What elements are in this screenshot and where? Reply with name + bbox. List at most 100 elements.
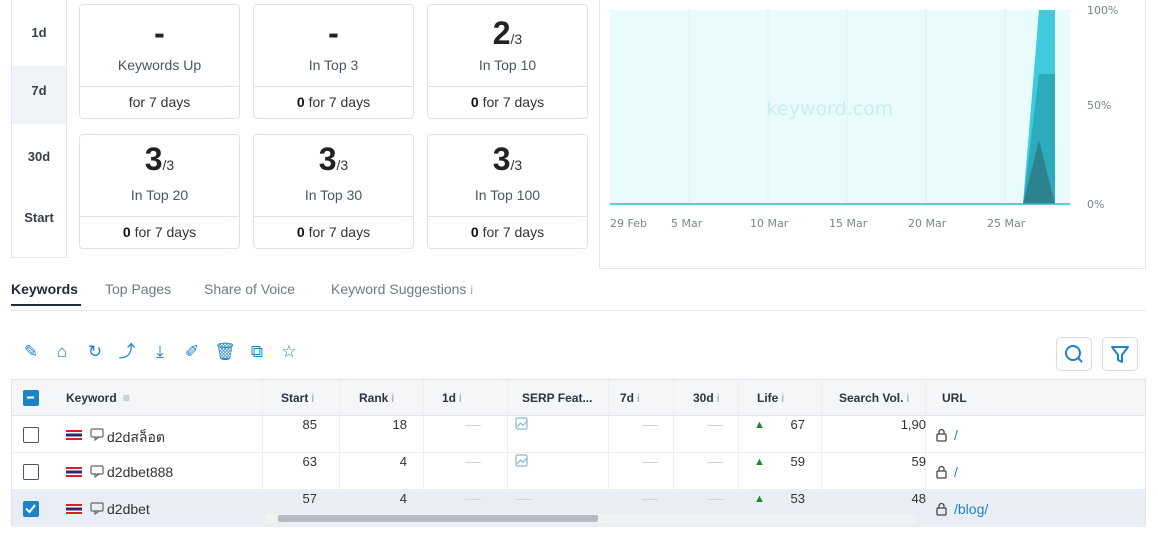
- monitor-icon: [90, 428, 104, 441]
- life-change: 53: [790, 491, 805, 506]
- x-tick-label: 5 Mar: [671, 217, 703, 230]
- lock-icon: [936, 428, 947, 442]
- search-icon: [1065, 345, 1083, 363]
- period-tab-7d[interactable]: 7d: [12, 66, 66, 124]
- col-serp[interactable]: SERP Feat...: [522, 380, 592, 416]
- x-tick-label: 29 Feb: [610, 217, 647, 230]
- table-row[interactable]: d2dbet888 63 4 ▲ 59 59 /: [12, 453, 1145, 490]
- empty-value: [642, 425, 658, 426]
- tab-keywords[interactable]: Keywords: [11, 281, 78, 297]
- row-checkbox[interactable]: [23, 501, 39, 517]
- stat-label: In Top 20: [130, 187, 189, 203]
- keyword-text[interactable]: d2dbet: [107, 501, 150, 517]
- stat-footer: 0 for 7 days: [428, 86, 587, 118]
- period-selector: 1d 7d 30d Start: [11, 0, 67, 258]
- image-icon[interactable]: [515, 417, 528, 430]
- table-row[interactable]: d2dสล็อต 85 18 ▲ 67 1,90 /: [12, 416, 1145, 453]
- ranking-area-chart: keyword.com 100% 50% 0% 29 Feb 5 Mar 10 Mar 15 …: [610, 4, 1118, 230]
- chart-icon[interactable]: ⤴: [116, 341, 138, 363]
- col-1d[interactable]: 1d i: [442, 380, 462, 416]
- stat-card-top20: 3/3 In Top 20 0 for 7 days: [79, 134, 240, 249]
- col-rank[interactable]: Rank i: [359, 380, 394, 416]
- scrollbar-thumb[interactable]: [278, 515, 598, 522]
- image-icon[interactable]: [515, 454, 528, 467]
- stat-footer: 0 for 7 days: [428, 216, 587, 248]
- minus-icon: [27, 396, 34, 399]
- monitor-icon: [90, 465, 104, 478]
- empty-value: [465, 499, 481, 500]
- stat-card-top10: 2/3 In Top 10 0 for 7 days: [427, 4, 588, 119]
- stat-value: 3/3: [318, 141, 349, 177]
- y-tick-label: 50%: [1087, 99, 1111, 112]
- filter-button[interactable]: [1102, 337, 1138, 371]
- stat-footer: for 7 days: [80, 86, 239, 118]
- url-link[interactable]: /blog/: [954, 501, 988, 517]
- arrow-up-icon: ▲: [754, 456, 765, 468]
- tab-share-of-voice[interactable]: Share of Voice: [204, 281, 295, 297]
- stat-label: In Top 10: [478, 57, 537, 73]
- tab-top-pages[interactable]: Top Pages: [105, 281, 171, 297]
- url-link[interactable]: /: [954, 427, 958, 443]
- col-life[interactable]: Life i: [757, 380, 784, 416]
- col-search-volume[interactable]: Search Vol. i: [839, 380, 909, 416]
- x-tick-label: 25 Mar: [987, 217, 1026, 230]
- sort-icon[interactable]: ≡: [123, 391, 130, 405]
- keyword-text[interactable]: d2dbet888: [107, 464, 173, 480]
- x-tick-label: 15 Mar: [829, 217, 868, 230]
- keyword-text[interactable]: d2dสล็อต: [107, 427, 165, 449]
- url-link[interactable]: /: [954, 464, 958, 480]
- current-rank: 4: [399, 454, 407, 469]
- chart-watermark: keyword.com: [767, 98, 894, 120]
- col-url[interactable]: URL: [942, 380, 967, 416]
- search-button[interactable]: [1056, 337, 1092, 371]
- current-rank: 4: [399, 491, 407, 506]
- period-tab-1d[interactable]: 1d: [12, 0, 66, 66]
- stat-footer: 0 for 7 days: [254, 86, 413, 118]
- keywords-table: Keyword ≡ Start i Rank i 1d i SERP Feat... …: [11, 379, 1146, 527]
- tag-icon[interactable]: ⌂: [51, 341, 73, 363]
- monitor-icon: [90, 502, 104, 515]
- copy-icon[interactable]: ⧉: [246, 341, 268, 363]
- empty-value: [465, 462, 481, 463]
- horizontal-scrollbar[interactable]: [266, 514, 916, 523]
- star-icon[interactable]: ☆: [278, 341, 300, 363]
- row-checkbox[interactable]: [23, 464, 39, 480]
- stat-value: -: [328, 15, 339, 51]
- select-all-checkbox[interactable]: [23, 390, 39, 406]
- period-tab-30d[interactable]: 30d: [12, 124, 66, 190]
- lock-icon: [936, 502, 947, 516]
- stat-value: 2/3: [492, 15, 523, 51]
- current-rank: 18: [392, 417, 407, 432]
- col-keyword[interactable]: Keyword ≡: [66, 380, 130, 416]
- search-volume: 59: [911, 454, 926, 469]
- row-checkbox[interactable]: [23, 427, 39, 443]
- stat-value: -: [154, 15, 165, 51]
- stat-card-top30: 3/3 In Top 30 0 for 7 days: [253, 134, 414, 249]
- refresh-icon[interactable]: ↻: [84, 341, 106, 363]
- start-rank: 85: [302, 417, 317, 432]
- trash-icon[interactable]: 🗑: [214, 341, 236, 363]
- col-7d[interactable]: 7d i: [620, 380, 640, 416]
- pen-icon[interactable]: ✐: [181, 341, 203, 363]
- thailand-flag-icon: [66, 467, 82, 477]
- period-tab-start[interactable]: Start: [12, 190, 66, 256]
- stat-card-top100: 3/3 In Top 100 0 for 7 days: [427, 134, 588, 249]
- col-start[interactable]: Start i: [281, 380, 314, 416]
- stat-footer: 0 for 7 days: [80, 216, 239, 248]
- empty-value: [515, 499, 531, 500]
- tab-keyword-suggestions[interactable]: Keyword Suggestions i: [331, 281, 473, 297]
- empty-value: [465, 425, 481, 426]
- active-tab-indicator: [11, 304, 81, 306]
- x-tick-label: 20 Mar: [908, 217, 947, 230]
- col-30d[interactable]: 30d i: [693, 380, 719, 416]
- start-rank: 63: [302, 454, 317, 469]
- ranking-chart: keyword.com 100% 50% 0% 29 Feb 5 Mar 10 Mar 15 …: [599, 0, 1146, 269]
- empty-value: [642, 499, 658, 500]
- empty-value: [707, 499, 723, 500]
- lock-icon: [936, 465, 947, 479]
- arrow-up-icon: ▲: [754, 493, 765, 505]
- tabs-divider: [11, 310, 1146, 311]
- x-tick-label: 10 Mar: [750, 217, 789, 230]
- download-icon[interactable]: ⤓: [149, 341, 171, 363]
- edit-icon[interactable]: ✎: [20, 341, 42, 363]
